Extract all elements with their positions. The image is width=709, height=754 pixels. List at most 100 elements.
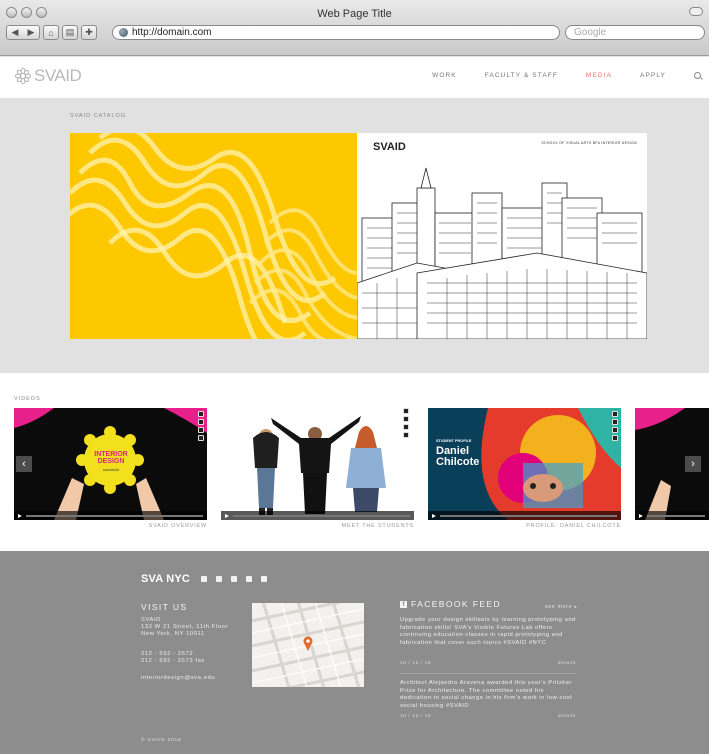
pinterest-icon[interactable] <box>246 576 252 582</box>
address-line: SVAID <box>141 617 161 623</box>
site-header: SVAID WORK FACULTY & STAFF MEDIA APPLY <box>0 57 709 98</box>
nav-media[interactable]: MEDIA <box>586 72 612 79</box>
toolbar-toggle-button[interactable] <box>689 7 703 16</box>
layers-icon[interactable] <box>403 424 409 430</box>
forward-button[interactable]: ▶ <box>23 27 39 38</box>
post-details-link[interactable]: details <box>558 661 576 666</box>
nav-work[interactable]: WORK <box>432 72 457 79</box>
address-bar[interactable]: http://domain.com <box>112 25 560 40</box>
email-link[interactable]: interiordesign@sva.edu <box>141 675 215 682</box>
address-bar-url: http://domain.com <box>132 27 212 38</box>
video-player-profile[interactable]: STUDENT PROFILE Daniel Chilcote <box>428 408 621 520</box>
browser-toolbar: ◀ ▶ ⌂ ▤ ✚ <box>6 25 97 40</box>
video-player-partial[interactable]: › <box>635 408 709 520</box>
share-icon[interactable] <box>198 435 204 441</box>
browser-search-field[interactable]: Google <box>565 25 705 40</box>
play-icon[interactable] <box>225 513 229 518</box>
email-icon[interactable] <box>201 576 207 582</box>
copyright: © SVAID 2016 <box>141 738 182 743</box>
see-more-label: see more <box>545 604 573 610</box>
catalog-cover-graphic <box>70 133 357 339</box>
video-progress-bar[interactable] <box>647 514 705 517</box>
cover-subtitle: SCHOOL OF VISUAL ARTS BFA INTERIOR DESIG… <box>541 141 637 145</box>
map-graphic <box>252 603 364 687</box>
post-details-link[interactable]: details <box>558 714 576 719</box>
facebook-post: Architect Alejandro Aravena awarded this… <box>400 680 573 709</box>
video-controls <box>221 511 414 520</box>
social-links <box>201 576 267 582</box>
nav-apply[interactable]: APPLY <box>640 72 666 79</box>
video-share-icons <box>198 411 204 441</box>
video-progress-bar[interactable] <box>26 514 203 517</box>
heart-icon[interactable] <box>403 408 409 414</box>
home-button[interactable]: ⌂ <box>43 25 59 40</box>
visit-heading: VISIT US <box>141 602 188 612</box>
globe-icon <box>119 28 128 37</box>
video-overlay-kicker: STUDENT PROFILE <box>436 439 472 443</box>
catalog-cover[interactable]: SVAID SCHOOL OF VISUAL ARTS BFA INTERIOR… <box>70 133 647 339</box>
heart-icon[interactable] <box>198 411 204 417</box>
see-more-link[interactable]: see more ▸ <box>545 604 578 610</box>
twitter-icon[interactable] <box>231 576 237 582</box>
post-date: 10 / 12 / 16 <box>400 661 432 666</box>
heart-icon[interactable] <box>612 411 618 417</box>
post-divider <box>400 673 576 674</box>
print-button[interactable]: ▤ <box>62 25 78 40</box>
logo-text: SVAID <box>34 66 82 85</box>
videos-label: VIDEOS <box>14 396 41 402</box>
video-overlay-url: sva.edu/id <box>103 468 119 472</box>
back-button[interactable]: ◀ <box>7 27 23 38</box>
cover-logo: SVAID <box>373 141 406 153</box>
address-line: 133 W 21 Street, 11th Floor <box>141 624 228 630</box>
window-title: Web Page Title <box>317 8 392 20</box>
play-icon[interactable] <box>432 513 436 518</box>
browser-chrome: Web Page Title ◀ ▶ ⌂ ▤ ✚ http://domain.c… <box>0 0 709 56</box>
nav-faculty-staff[interactable]: FACULTY & STAFF <box>485 72 558 79</box>
facebook-feed-heading: FACEBOOK FEED <box>411 599 501 609</box>
facebook-icon[interactable] <box>216 576 222 582</box>
video-caption-overview[interactable]: SVAID OVERVIEW <box>14 523 207 529</box>
video-share-icons <box>612 411 618 441</box>
back-forward-buttons: ◀ ▶ <box>6 25 40 40</box>
location-map[interactable] <box>252 603 364 687</box>
post-date: 10 / 12 / 16 <box>400 714 432 719</box>
clock-icon[interactable] <box>612 419 618 425</box>
video-caption-students[interactable]: MEET THE STUDENTS <box>221 523 414 529</box>
add-bookmark-button[interactable]: ✚ <box>81 25 97 40</box>
search-icon[interactable] <box>694 72 701 79</box>
play-icon[interactable] <box>639 513 643 518</box>
video-overlay-title: Daniel Chilcote <box>436 445 480 468</box>
catalog-pattern-art <box>70 133 357 339</box>
facebook-post: Upgrade your design skillsets by learnin… <box>400 617 576 646</box>
share-icon[interactable] <box>403 432 409 438</box>
play-icon[interactable] <box>18 513 22 518</box>
video-thumbnail <box>221 408 414 520</box>
video-share-icons <box>403 408 409 438</box>
video-progress-bar[interactable] <box>440 514 617 517</box>
site-logo[interactable]: SVAID <box>14 66 82 86</box>
layers-icon[interactable] <box>612 427 618 433</box>
video-progress-bar[interactable] <box>233 514 410 517</box>
carousel-prev-button[interactable]: ‹ <box>16 456 32 472</box>
facebook-post-meta: 10 / 12 / 16 details <box>400 714 576 719</box>
site-footer: SVA NYC VISIT US SVAID 133 W 21 Street, … <box>0 551 709 754</box>
footer-brand[interactable]: SVA NYC <box>141 573 190 585</box>
video-controls <box>428 511 621 520</box>
video-player-students[interactable] <box>221 408 414 520</box>
instagram-icon[interactable] <box>261 576 267 582</box>
video-player-overview[interactable]: INTERIOR DESIGN sva.edu/id ‹ <box>14 408 207 520</box>
video-caption-profile[interactable]: PROFILE: DANIEL CHILCOTE <box>428 523 621 529</box>
city-sketch-art <box>357 167 647 339</box>
videos-section: VIDEOS INTERIOR DESIGN sva.edu/id ‹ SVAI… <box>0 373 709 551</box>
facebook-post-meta: 10 / 12 / 16 details <box>400 661 576 666</box>
video-controls <box>635 511 709 520</box>
share-icon[interactable] <box>612 435 618 441</box>
video-controls <box>14 511 207 520</box>
clock-icon[interactable] <box>198 419 204 425</box>
address-line: New York, NY 10011 <box>141 631 205 637</box>
phone-line: 212 - 592 - 2572 <box>141 651 194 657</box>
video-overlay-title: INTERIOR DESIGN <box>94 451 128 465</box>
layers-icon[interactable] <box>198 427 204 433</box>
carousel-next-button[interactable]: › <box>685 456 701 472</box>
clock-icon[interactable] <box>403 416 409 422</box>
